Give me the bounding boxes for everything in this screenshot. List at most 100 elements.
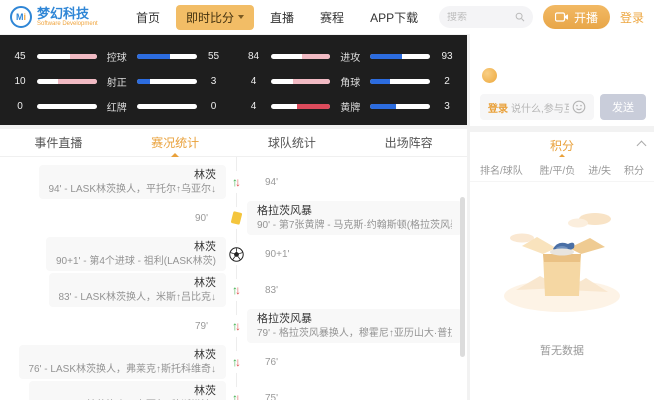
event-right-cell: 94' (247, 177, 467, 188)
chat-placeholder: 说什么,参与互动 (511, 100, 569, 115)
away-stat-value: 93 (437, 51, 457, 62)
nav-item-schedule[interactable]: 赛程 (310, 5, 354, 30)
send-button[interactable]: 发送 (600, 94, 646, 120)
empty-state-text: 暂无数据 (540, 342, 584, 358)
standings-panel: 积分 排名/球队胜/平/负进/失积分 (470, 132, 654, 400)
event-time: 83' (265, 285, 278, 296)
emoji-icon[interactable] (572, 100, 586, 114)
logo-text-block: 梦幻科技 Software Development (37, 7, 98, 27)
nav-item-app-download[interactable]: APP下载 (360, 5, 428, 30)
standings-header: 胜/平/负 (540, 162, 576, 177)
event-text: 90+1' - 第4个进球 - 祖利(LASK林茨) (56, 255, 216, 269)
collapse-chevron-icon[interactable] (637, 141, 647, 151)
event-time: 90+1' (265, 249, 289, 260)
event-left-cell: 林茨 90+1' - 第4个进球 - 祖利(LASK林茨) (0, 237, 226, 271)
away-stat-bar (370, 79, 430, 84)
tab-lineup[interactable]: 出场阵容 (350, 129, 467, 156)
stat-row: 84 进攻 93 (244, 50, 458, 63)
event-text: 76' - LASK林茨换人，弗莱克↑斯托科维奇↓ (29, 363, 217, 377)
away-stat-value: 2 (437, 76, 457, 87)
nav-item-label: APP下载 (370, 9, 418, 26)
scrollbar-thumb[interactable] (460, 197, 465, 357)
substitution-icon: ↑↓ (232, 391, 241, 400)
substitution-icon: ↑↓ (232, 283, 241, 297)
standings-title-row: 积分 (470, 132, 654, 158)
event-left-cell: 90' (0, 213, 226, 224)
chat-login-link[interactable]: 登录 (488, 100, 508, 115)
event-time: 76' (265, 357, 278, 368)
stat-label: 控球 (104, 49, 130, 64)
timeline-event: 林茨 83' - LASK林茨换人，米斯↑吕比克↓ ↑↓ 83' (0, 272, 467, 308)
logo[interactable]: Mi 梦幻科技 Software Development (10, 6, 118, 28)
home-stat-value: 10 (10, 76, 30, 87)
stat-label: 角球 (337, 74, 363, 89)
content-tabs: 事件直播 赛况统计 球队统计 出场阵容 (0, 129, 467, 157)
stat-label: 进攻 (337, 49, 363, 64)
match-stats-panel: 45 控球 55 10 射正 3 0 红牌 0 84 进攻 93 4 角球 2 … (0, 35, 467, 125)
event-text: 83' - LASK林茨换人，米斯↑吕比克↓ (59, 291, 217, 305)
timeline-event: 林茨 75' - LASK林茨换人，乌贾尔↑穆斯塔法↓ ↑↓ 75' (0, 380, 467, 400)
tab-team-stats[interactable]: 球队统计 (234, 129, 351, 156)
chat-input[interactable]: 登录 说什么,参与互动 (480, 94, 594, 120)
event-card: 林茨 76' - LASK林茨换人，弗莱克↑斯托科维奇↓ (19, 345, 227, 379)
navbar-right: 开播 登录 (439, 5, 644, 29)
away-stat-bar (370, 104, 430, 109)
event-right-cell: 90+1' (247, 249, 467, 260)
home-stat-bar (37, 54, 97, 59)
nav-item-label: 即时比分 (186, 9, 234, 26)
home-stat-value: 4 (244, 101, 264, 112)
stat-group-right: 84 进攻 93 4 角球 2 4 黄牌 3 (244, 50, 458, 113)
nav-item-live[interactable]: 直播 (260, 5, 304, 30)
login-link[interactable]: 登录 (620, 9, 644, 26)
stat-row: 10 射正 3 (10, 75, 224, 88)
search-icon (515, 11, 525, 23)
event-text: 79' - 格拉茨风暴换人，穆霍尼↑亚历山大·普拉斯↓ (257, 327, 452, 341)
page: Mi 梦幻科技 Software Development 首页 即时比分 直播 … (0, 0, 654, 400)
home-stat-value: 0 (10, 101, 30, 112)
stat-row: 45 控球 55 (10, 50, 224, 63)
event-left-cell: 79' (0, 321, 226, 332)
stat-label: 红牌 (104, 99, 130, 114)
standings-header: 积分 (624, 162, 644, 177)
event-left-cell: 林茨 75' - LASK林茨换人，乌贾尔↑穆斯塔法↓ (0, 381, 226, 400)
substitution-icon: ↑↓ (232, 319, 241, 333)
standings-title[interactable]: 积分 (550, 137, 574, 154)
home-stat-bar (37, 79, 97, 84)
away-stat-value: 3 (204, 76, 224, 87)
main-nav: 首页 即时比分 直播 赛程 APP下载 (126, 5, 428, 30)
right-sidebar: 登录 说什么,参与互动 发送 积分 排名/球队胜/平/负进/失积分 (470, 34, 654, 400)
nav-item-home[interactable]: 首页 (126, 5, 170, 30)
tab-match-stats[interactable]: 赛况统计 (117, 129, 234, 156)
goal-icon (229, 247, 244, 262)
nav-item-live-score[interactable]: 即时比分 (176, 5, 254, 30)
stat-label: 射正 (104, 74, 130, 89)
chevron-down-icon (238, 15, 244, 19)
away-stat-value: 55 (204, 51, 224, 62)
event-time: 79' (195, 321, 208, 332)
away-stat-bar (137, 54, 197, 59)
tab-event-live[interactable]: 事件直播 (0, 129, 117, 156)
stat-row: 4 角球 2 (244, 75, 458, 88)
away-stat-bar (370, 54, 430, 59)
start-broadcast-button[interactable]: 开播 (543, 5, 610, 29)
emoji-badge-icon[interactable] (482, 68, 497, 83)
search-box[interactable] (439, 6, 533, 28)
logo-subtext: Software Development (37, 21, 98, 27)
event-center-cell: ↑↓ (226, 387, 247, 400)
event-team: 林茨 (59, 276, 217, 291)
away-stat-value: 3 (437, 101, 457, 112)
event-text: 90' - 第7张黄牌 - 马克斯·约翰斯顿(格拉茨风暴) (257, 219, 452, 233)
event-center-cell: ↑↓ (226, 351, 247, 373)
logo-text: 梦幻科技 (37, 7, 98, 21)
event-center-cell: ↑↓ (226, 279, 247, 301)
event-team: 林茨 (29, 348, 217, 363)
timeline-event: 90' 格拉茨风暴 90' - 第7张黄牌 - 马克斯·约翰斯顿(格拉茨风暴) (0, 200, 467, 236)
event-right-cell: 格拉茨风暴 79' - 格拉茨风暴换人，穆霍尼↑亚历山大·普拉斯↓ (247, 309, 467, 343)
event-team: 格拉茨风暴 (257, 312, 452, 327)
search-input[interactable] (447, 12, 511, 23)
event-card: 格拉茨风暴 79' - 格拉茨风暴换人，穆霍尼↑亚历山大·普拉斯↓ (247, 309, 462, 343)
stat-row: 4 黄牌 3 (244, 100, 458, 113)
home-stat-value: 45 (10, 51, 30, 62)
empty-state: 暂无数据 (470, 182, 654, 400)
event-card: 林茨 90+1' - 第4个进球 - 祖利(LASK林茨) (46, 237, 226, 271)
